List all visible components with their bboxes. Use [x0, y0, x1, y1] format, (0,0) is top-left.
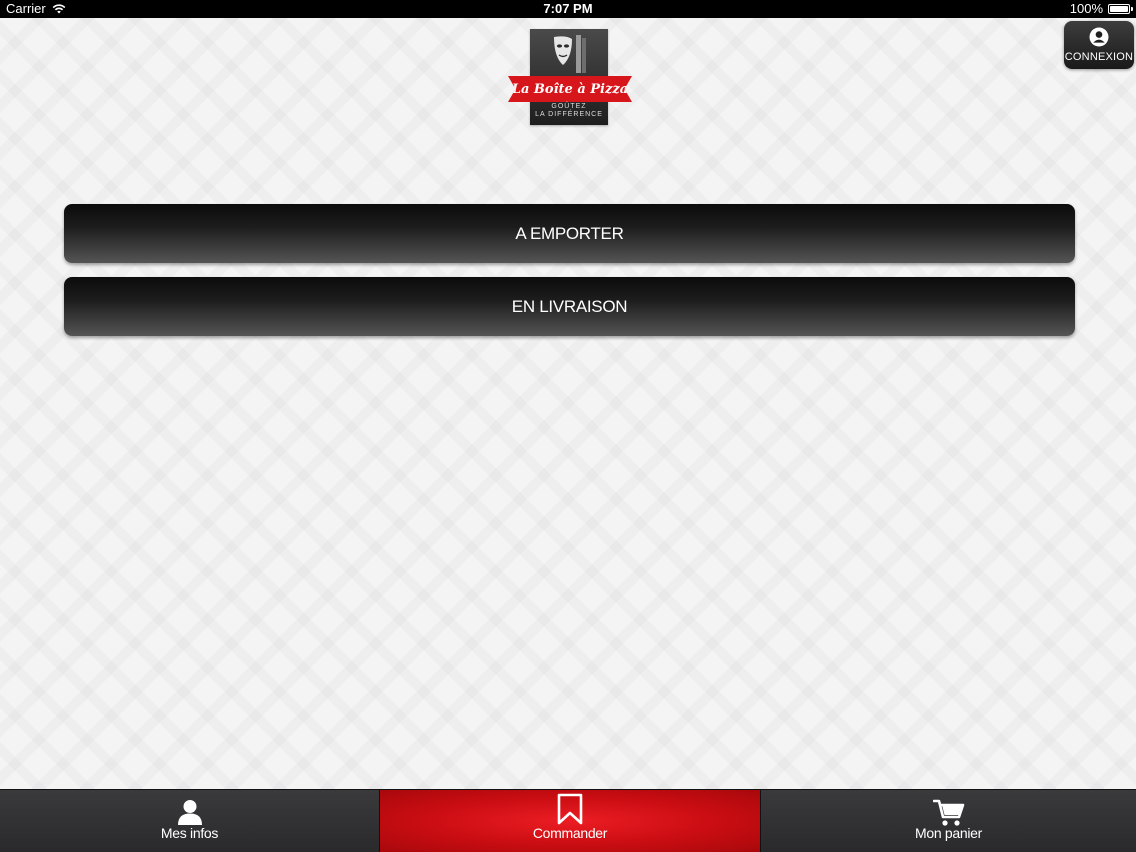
tagline-line2: LA DIFFÉRENCE — [535, 111, 603, 118]
brand-logo: La Boîte à Pizza GOÛTEZ LA DIFFÉRENCE — [508, 29, 632, 127]
tab-mes-infos-label: Mes infos — [160, 825, 219, 841]
status-time: 7:07 PM — [543, 1, 593, 16]
tab-mes-infos[interactable]: Mes infos — [0, 790, 380, 852]
tab-bar: Mes infos Commander Mon panier — [0, 789, 1136, 852]
logo-ribbon: La Boîte à Pizza — [508, 76, 632, 102]
user-circle-icon — [1089, 27, 1109, 47]
battery-fill — [1110, 5, 1128, 12]
en-livraison-button[interactable]: EN LIVRAISON — [64, 277, 1075, 336]
status-right: 100% — [1069, 1, 1133, 16]
battery-percent: 100% — [1069, 1, 1103, 16]
status-bar: Carrier 7:07 PM 100% — [0, 0, 1136, 18]
logo-tagline: GOÛTEZ LA DIFFÉRENCE — [530, 103, 608, 119]
tagline-line1: GOÛTEZ — [551, 103, 587, 110]
tab-mon-panier[interactable]: Mon panier — [760, 790, 1136, 852]
tab-commander-label: Commander — [532, 825, 608, 841]
cart-icon — [932, 799, 964, 826]
a-emporter-button[interactable]: A EMPORTER — [64, 204, 1075, 263]
tab-commander[interactable]: Commander — [380, 790, 760, 852]
battery-icon — [1108, 3, 1133, 14]
brand-name: La Boîte à Pizza — [511, 81, 629, 97]
theatre-mask-icon — [554, 35, 586, 73]
bookmark-icon — [557, 793, 583, 825]
connexion-button[interactable]: CONNEXION — [1064, 21, 1134, 69]
connexion-label: CONNEXION — [1064, 51, 1134, 63]
user-icon — [177, 800, 202, 825]
tab-mon-panier-label: Mon panier — [914, 825, 983, 841]
